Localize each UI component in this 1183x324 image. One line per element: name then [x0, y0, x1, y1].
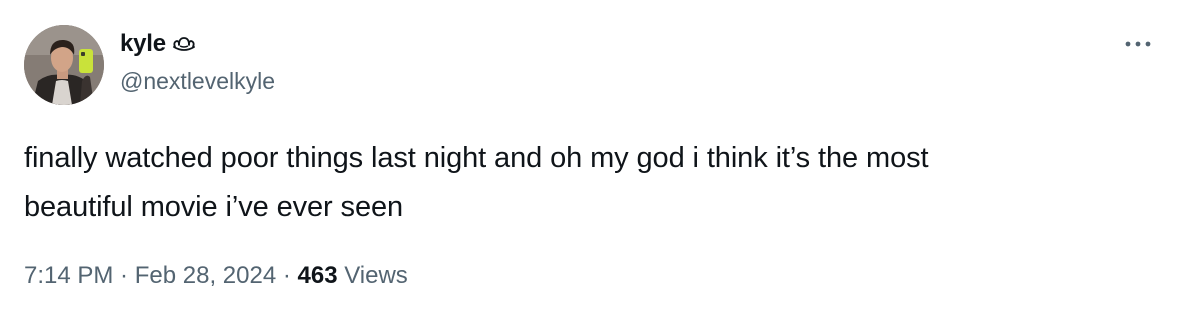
avatar-photo [24, 25, 104, 105]
tweet-card: kyle @nextlevelkyle finally watched poor… [0, 0, 1183, 324]
cowboy-hat-icon [172, 36, 196, 54]
meta-separator: · [113, 262, 135, 289]
tweet-text: finally watched poor things last night a… [24, 134, 1154, 232]
tweet-time[interactable]: 7:14 PM [24, 262, 113, 290]
author-name-row: kyle [120, 28, 196, 60]
views-label: Views [337, 262, 408, 289]
more-options-icon[interactable] [1123, 34, 1153, 54]
meta-separator: · [276, 262, 298, 289]
views-count: 463 [297, 262, 338, 289]
tweet-text-line: finally watched poor things last night a… [24, 142, 929, 174]
display-name[interactable]: kyle [120, 30, 166, 58]
tweet-text-line: beautiful movie i’ve ever seen [24, 191, 404, 223]
avatar[interactable] [24, 25, 104, 105]
tweet-metadata: 7:14 PM · Feb 28, 2024 · 463 Views [24, 262, 408, 290]
author-handle[interactable]: @nextlevelkyle [120, 68, 275, 95]
tweet-date[interactable]: Feb 28, 2024 [135, 262, 276, 290]
